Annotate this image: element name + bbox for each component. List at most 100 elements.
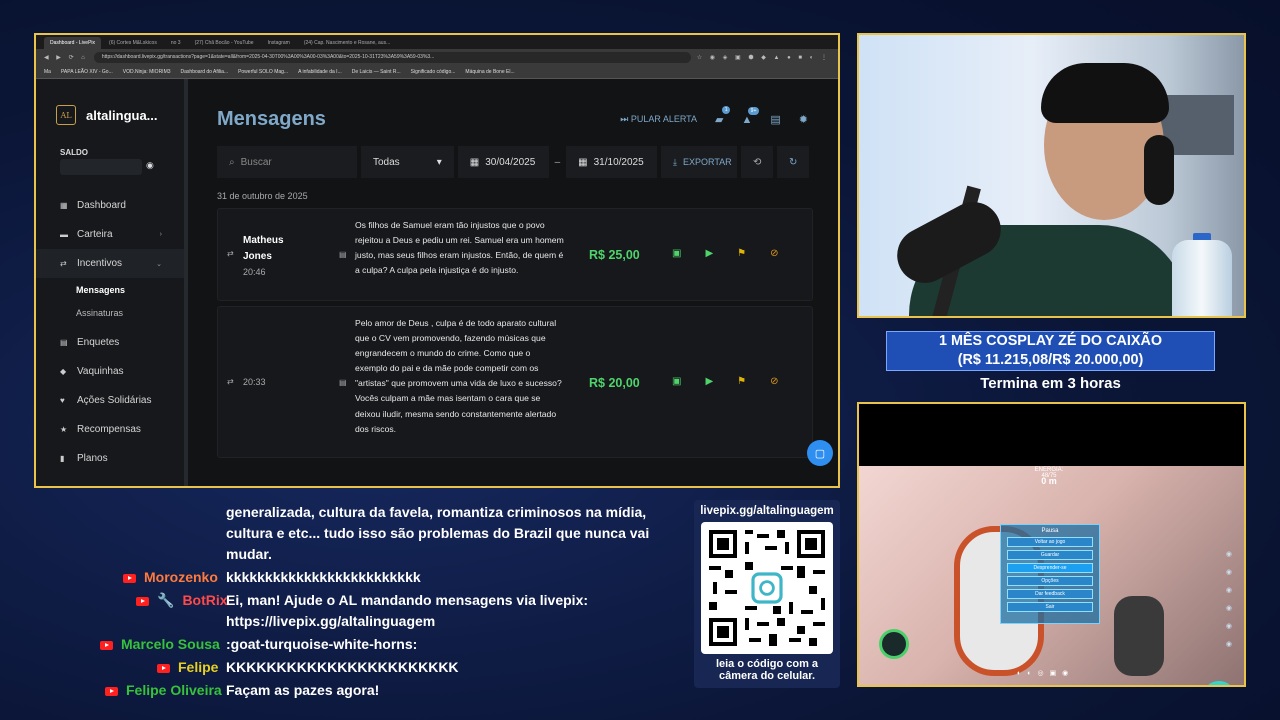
bookmark[interactable]: Powerful SOLO Mag...: [238, 69, 288, 75]
wrench-icon: 🔧: [157, 592, 175, 608]
poll-icon: ▤: [60, 338, 68, 347]
status-select[interactable]: Todas ▾: [360, 146, 454, 178]
options-button[interactable]: Opções: [1007, 576, 1093, 586]
play-icon[interactable]: ▶: [705, 376, 713, 387]
notification-badge: 1: [721, 106, 731, 114]
browser-tab[interactable]: (6) Cortes M&Lskicos: [103, 37, 163, 49]
search-icon: ⌕: [229, 156, 235, 168]
qr-caption: leia o código com a câmera do celular.: [694, 658, 840, 682]
chat-notifications-icon[interactable]: ▰ 1: [715, 106, 731, 126]
refresh-icon: ↻: [788, 156, 798, 168]
unstuck-button[interactable]: Desprender-se: [1007, 563, 1093, 573]
date-to-field[interactable]: ▦ 31/10/2025: [566, 146, 657, 178]
resume-button[interactable]: Voltar ao jogo: [1007, 537, 1093, 547]
layout-icon[interactable]: ▤: [770, 113, 780, 126]
play-icon[interactable]: ▶: [705, 248, 713, 259]
depth-readout: 0 m: [1041, 476, 1057, 486]
browser-tab[interactable]: Dashboard - LivePix: [44, 37, 102, 49]
sync-button[interactable]: ⟲: [740, 146, 773, 178]
refresh-button[interactable]: ↻: [776, 146, 809, 178]
bookmark[interactable]: Máquina de Bone El...: [465, 69, 514, 75]
youtube-icon: [136, 596, 149, 606]
chat-message: :goat-turquoise-white-horns:: [226, 636, 418, 652]
browser-tab[interactable]: (24) Cap. Nascimento e Rosane, aus...: [298, 37, 396, 49]
plans-icon: ▮: [60, 454, 65, 463]
block-icon[interactable]: ⊘: [770, 248, 778, 259]
bookmark[interactable]: PAPA LEÃO XIV - Go...: [61, 69, 113, 75]
tts-icon[interactable]: ▣: [672, 248, 681, 259]
sidebar-item-acoes-solidarias[interactable]: ♥ Ações Solidárias: [36, 386, 184, 415]
pause-title: Pausa: [1041, 528, 1059, 534]
water-bottle: [1172, 240, 1232, 316]
feedback-button[interactable]: Dar feedback: [1007, 589, 1093, 599]
sidebar-item-incentivos[interactable]: ⇄ Incentivos ⌄: [36, 249, 184, 278]
chat-username: Marcelo Sousa: [121, 636, 220, 652]
account-name: altalingua...: [86, 107, 158, 123]
bookmark[interactable]: VOD.Ninja: MIORIM3: [123, 69, 171, 75]
chat-message: cultura e etc... tudo isso são problemas…: [226, 525, 650, 541]
sidebar-subitem-mensagens[interactable]: Mensagens: [36, 278, 184, 301]
sidebar-item-vaquinhas[interactable]: ◆ Vaquinhas: [36, 357, 184, 386]
calendar-icon: ▦: [469, 156, 480, 168]
bookmark[interactable]: Significado código...: [411, 69, 456, 75]
game-capture: ◉ ◉ ◉ ◉ ◉ ◉ ENERGIA: 48/75 0 m Pausa Voltar a…: [857, 402, 1246, 687]
sidebar-item-recompensas[interactable]: ★ Recompensas: [36, 415, 184, 444]
browser-window: Dashboard - LivePix (6) Cortes M&Lskicos…: [34, 33, 840, 488]
skip-alert-button[interactable]: ⏭ PULAR ALERTA: [620, 114, 697, 125]
sidebar-item-planos[interactable]: ▮ Planos: [36, 444, 184, 473]
sun-icon[interactable]: ✹: [799, 113, 808, 126]
browser-tab[interactable]: no 3: [165, 37, 187, 49]
chat-message: mudar.: [226, 546, 272, 562]
reward-icon: ★: [60, 425, 68, 434]
chat-message: Ei, man! Ajude o AL mandando mensagens v…: [226, 592, 589, 608]
quit-button[interactable]: Sair: [1007, 602, 1093, 612]
qr-url: livepix.gg/altalinguagem: [700, 505, 834, 517]
bookmark[interactable]: Ma: [44, 69, 51, 75]
nav-buttons-icon[interactable]: ◀ ▶ ⟳ ⌂: [44, 54, 88, 61]
extensions-icon[interactable]: ☆ ◉ ◈ ▣ ⬢ ◆ ▲ ● ■ ◐ ⋮: [697, 54, 830, 61]
sidebar-subitem-assinaturas[interactable]: Assinaturas: [36, 301, 184, 324]
bookmark[interactable]: A infabilidade da I...: [298, 69, 342, 75]
page-title: Mensagens: [217, 108, 326, 130]
url-field[interactable]: https://dashboard.livepix.gg/transaction…: [93, 51, 691, 63]
block-icon[interactable]: ⊘: [770, 376, 778, 387]
saldo-label: SALDO: [60, 148, 88, 157]
goal-title: 1 MÊS COSPLAY ZÉ DO CAIXÃO: [938, 333, 1163, 349]
crowdfund-icon: ◆: [60, 367, 67, 376]
eye-icon[interactable]: ◉: [146, 160, 154, 171]
tts-icon[interactable]: ▣: [672, 376, 681, 387]
message-time: 20:46: [243, 267, 266, 277]
bookmark[interactable]: Dashboard do Afiliа...: [181, 69, 229, 75]
wallet-icon: ▬: [60, 230, 68, 239]
chat-username: Felipe Oliveira: [126, 682, 222, 698]
export-button[interactable]: ⤓ EXPORTAR: [660, 146, 737, 178]
chat-user: Marcelo Sousa: [100, 633, 220, 655]
save-button[interactable]: Guardar: [1007, 550, 1093, 560]
flag-icon[interactable]: ⚑: [737, 248, 746, 259]
message-card: ⇄ 20:33 ▤ Pelo amor de Deus , culpa é de…: [217, 306, 813, 458]
chat-user: Felipe: [157, 656, 218, 678]
sidebar: AL altalingua... SALDO ◉ ▦ Dashboard ▬ Car…: [36, 79, 188, 486]
support-chat-button[interactable]: ▢: [807, 440, 833, 466]
qr-code[interactable]: [701, 522, 833, 654]
chat-username: Felipe: [178, 659, 219, 675]
bookmark[interactable]: De Laicis — Saint R...: [352, 69, 401, 75]
sidebar-item-enquetes[interactable]: ▤ Enquetes: [36, 328, 184, 357]
sidebar-item-carteira[interactable]: ▬ Carteira ›: [36, 220, 184, 249]
message-card: ⇄ Matheus Jones 20:46 ▤ Os filhos de Sam…: [217, 208, 813, 301]
browser-tab[interactable]: (27) Chã Bocão - YouTube: [189, 37, 260, 49]
flag-icon[interactable]: ⚑: [737, 376, 746, 387]
sidebar-item-dashboard[interactable]: ▦ Dashboard: [36, 191, 184, 220]
chevron-right-icon: ›: [159, 231, 162, 238]
date-from-field[interactable]: ▦ 30/04/2025: [457, 146, 549, 178]
bell-icon[interactable]: ▲ 9+: [741, 106, 760, 126]
donation-goal: 1 MÊS COSPLAY ZÉ DO CAIXÃO (R$ 11.215,08…: [886, 331, 1215, 371]
address-bar-row: ◀ ▶ ⟳ ⌂ https://dashboard.livepix.gg/tra…: [36, 49, 838, 65]
sender-name: Matheus Jones: [243, 235, 284, 262]
youtube-icon: [157, 663, 170, 673]
chat-message: kkkkkkkkkkkkkkkkkkkkkkkkk: [226, 569, 421, 585]
browser-tab[interactable]: Instagram: [262, 37, 296, 49]
search-input[interactable]: ⌕ Buscar: [217, 146, 357, 178]
chat-message: KKKKKKKKKKKKKKKKKKKKKKK: [226, 659, 459, 675]
logo[interactable]: AL altalingua...: [56, 105, 158, 125]
